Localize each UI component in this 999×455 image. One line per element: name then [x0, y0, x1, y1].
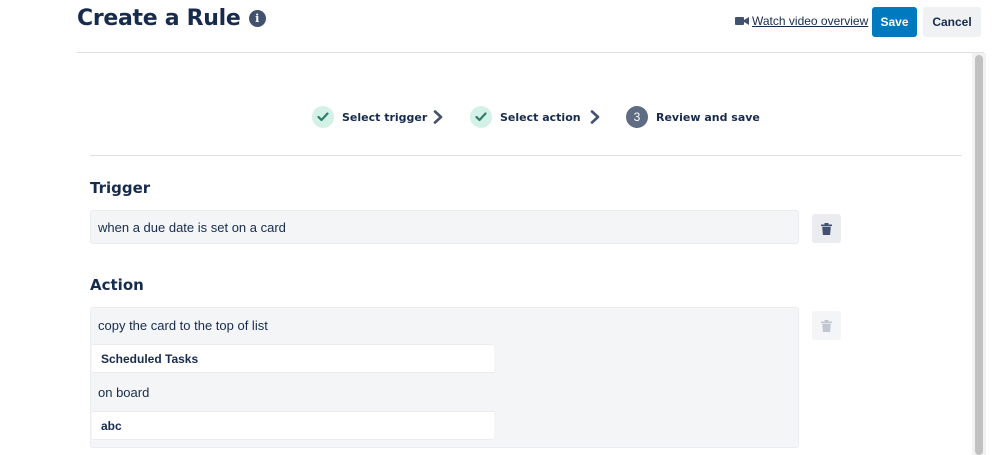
checkmark-icon — [475, 112, 487, 122]
board-select-field[interactable]: abc — [92, 411, 494, 440]
chevron-right-icon — [433, 110, 443, 124]
step-select-action[interactable]: Select action — [470, 105, 581, 129]
trash-icon — [821, 319, 832, 332]
info-icon[interactable]: i — [248, 10, 266, 27]
step-review-and-save[interactable]: 3 Review and save — [626, 105, 760, 129]
step-done-circle — [312, 106, 334, 128]
trigger-box: when a due date is set on a card — [90, 210, 799, 244]
step-select-trigger[interactable]: Select trigger — [312, 105, 427, 129]
checkmark-icon — [317, 112, 329, 122]
step-done-circle — [470, 106, 492, 128]
page-title-container: Create a Rule i — [77, 6, 266, 31]
list-select-field[interactable]: Scheduled Tasks — [92, 344, 494, 373]
video-camera-icon — [735, 17, 749, 25]
delete-trigger-button[interactable] — [812, 214, 841, 243]
step-label: Review and save — [656, 110, 760, 124]
trash-icon — [821, 222, 832, 235]
trigger-text: when a due date is set on a card — [98, 220, 286, 235]
step-progress: Select trigger Select action 3 Review an… — [0, 105, 999, 129]
header-divider — [77, 52, 984, 53]
trigger-heading: Trigger — [90, 179, 151, 197]
watch-video-label: Watch video overview — [752, 14, 869, 28]
cancel-button[interactable]: Cancel — [923, 7, 981, 37]
watch-video-link[interactable]: Watch video overview — [735, 14, 868, 28]
create-rule-page: Create a Rule i Watch video overview Sav… — [0, 0, 999, 455]
delete-action-button[interactable] — [812, 311, 841, 340]
step-label: Select action — [500, 110, 581, 124]
action-text-line2: on board — [98, 385, 150, 400]
save-button[interactable]: Save — [872, 7, 917, 37]
step-label: Select trigger — [342, 110, 428, 124]
action-heading: Action — [90, 276, 144, 294]
action-text-line1: copy the card to the top of list — [98, 318, 268, 333]
page-title: Create a Rule — [77, 6, 241, 31]
steps-divider — [90, 155, 962, 156]
chevron-right-icon — [590, 110, 600, 124]
action-box: copy the card to the top of list Schedul… — [90, 307, 799, 448]
step-number-badge: 3 — [626, 106, 648, 128]
